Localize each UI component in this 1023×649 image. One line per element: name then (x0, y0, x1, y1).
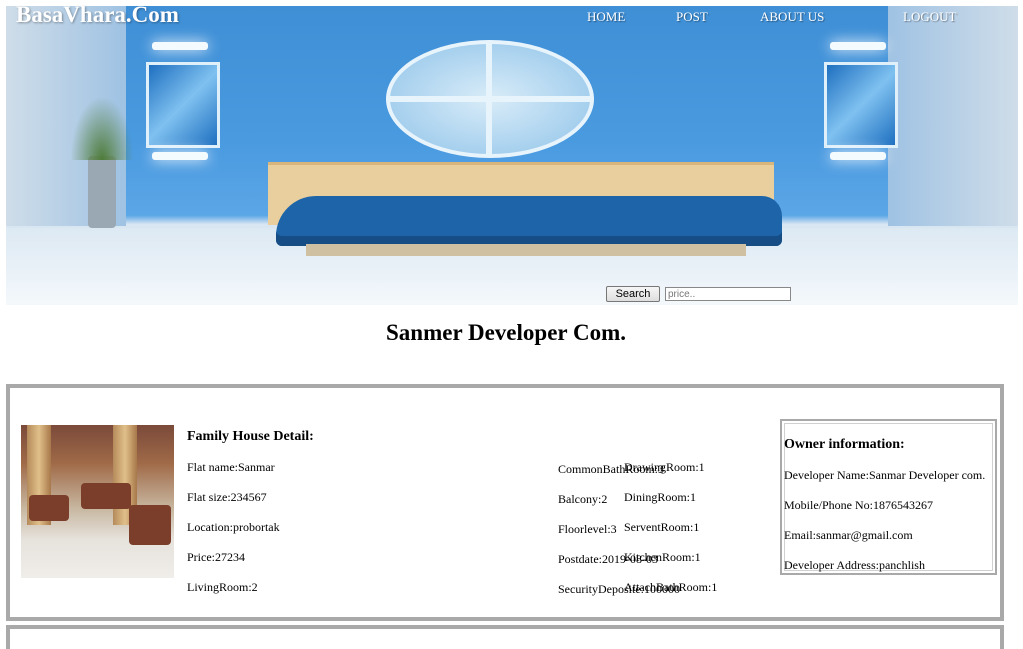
flat-size-field: Flat size:234567 (187, 490, 267, 504)
photo-sofa (81, 483, 131, 509)
hero-banner (6, 6, 1018, 305)
nav-logout-link[interactable]: LOGOUT (903, 9, 956, 25)
house-photo[interactable] (21, 425, 174, 578)
banner-wall-panel-right (824, 62, 898, 148)
developer-address-field: Developer Address:panchlish (784, 558, 925, 572)
location-field: Location:probortak (187, 520, 280, 534)
developer-name-field: Developer Name:Sanmar Developer com. (784, 468, 986, 482)
banner-wall-panel-left (146, 62, 220, 148)
banner-lamp (152, 42, 208, 50)
banner-lamp (152, 152, 208, 160)
nav-home-link[interactable]: HOME (587, 9, 625, 25)
page-title: Sanmer Developer Com. (386, 320, 626, 345)
owner-info-box: Owner information: Developer Name:Sanmar… (780, 419, 997, 575)
banner-bed (276, 196, 782, 246)
owner-heading: Owner information: (784, 437, 905, 452)
nav-about-us-link[interactable]: ABOUT US (760, 9, 824, 25)
price-field: Price:27234 (187, 550, 245, 564)
living-room-field: LivingRoom:2 (187, 580, 258, 594)
search-button[interactable]: Search (606, 286, 660, 302)
detail-heading: Family House Detail: (187, 429, 314, 444)
listing-card: Family House Detail: Flat name:Sanmar Fl… (6, 384, 1004, 621)
nav-post-link[interactable]: POST (676, 9, 708, 25)
attach-bathroom-field: AttachBathRoom:1 (624, 580, 718, 594)
balcony-field: Balcony:2 (558, 492, 608, 506)
drawing-room-field: DrawingRoom:1 (624, 460, 705, 474)
flat-name-field: Flat name:Sanmar (187, 460, 275, 474)
banner-round-window (386, 40, 594, 158)
photo-sofa (29, 495, 69, 521)
phone-field: Mobile/Phone No:1876543267 (784, 498, 933, 512)
banner-lamp (830, 42, 886, 50)
banner-wall-right (888, 6, 1018, 226)
next-listing-card (6, 625, 1004, 649)
site-logo[interactable]: BasaVhara.Com (16, 2, 179, 28)
dining-room-field: DiningRoom:1 (624, 490, 697, 504)
email-field: Email:sanmar@gmail.com (784, 528, 913, 542)
banner-bed-base (306, 244, 746, 256)
servant-room-field: ServentRoom:1 (624, 520, 700, 534)
search-input[interactable] (665, 287, 791, 301)
photo-sofa (129, 505, 171, 545)
floor-level-field: Floorlevel:3 (558, 522, 617, 536)
banner-lamp (830, 152, 886, 160)
banner-plant (70, 96, 134, 228)
kitchen-room-field: KitchenRoom:1 (624, 550, 701, 564)
